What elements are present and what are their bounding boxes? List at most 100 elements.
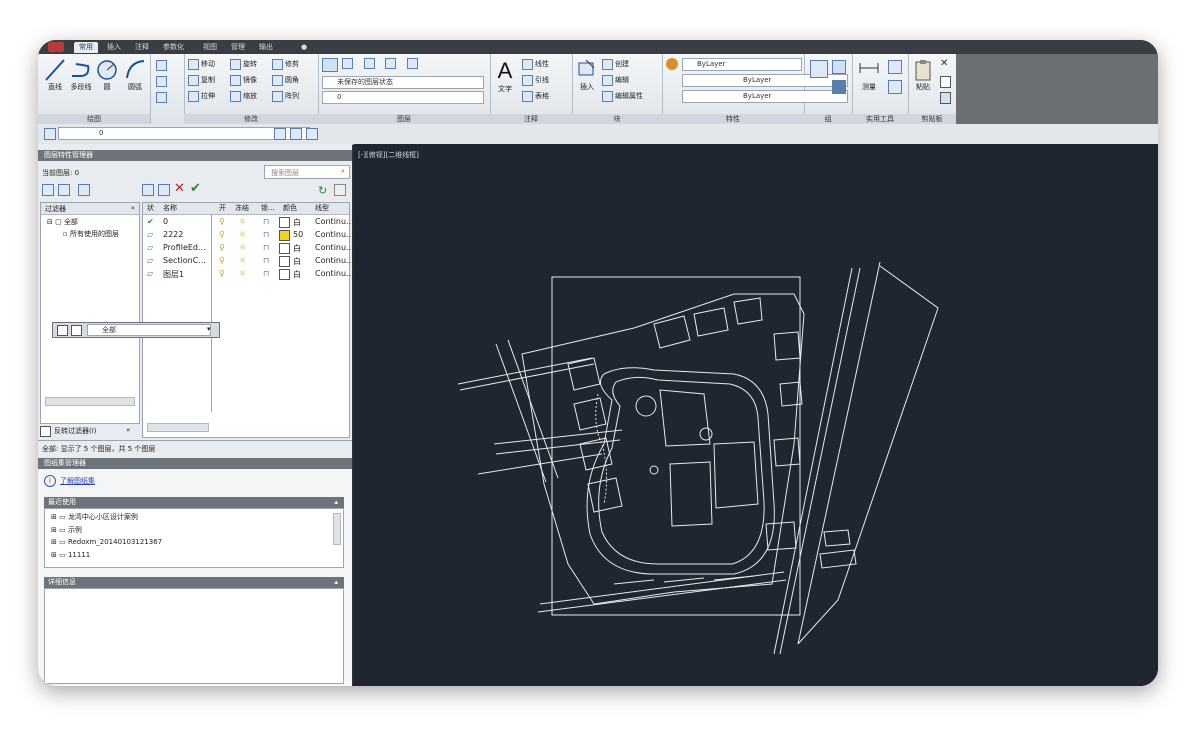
tab-output[interactable]: 输出 xyxy=(254,42,278,53)
tab-parametric[interactable]: 参数化 xyxy=(158,42,189,53)
layer-linetype[interactable]: Continu... xyxy=(315,256,354,265)
floating-filter-dropdown[interactable]: 全部 xyxy=(87,324,211,336)
layer-state-dropdown[interactable]: 未保存的图层状态 xyxy=(322,76,484,89)
edit-attribute-button[interactable]: 编辑属性 xyxy=(602,90,643,102)
collapse-icon[interactable]: ▴ xyxy=(334,577,338,588)
linear-dim-button[interactable]: 线性 xyxy=(522,58,549,70)
layer-previous-icon[interactable] xyxy=(290,128,302,140)
list-item[interactable]: ⊞ ▭ 龙湾中心小区设计案例 xyxy=(51,512,138,522)
region-button[interactable] xyxy=(156,91,169,103)
collapse-icon[interactable]: ▴ xyxy=(334,497,338,508)
group-filter-icon[interactable] xyxy=(58,184,70,196)
quick-select-icon[interactable] xyxy=(888,60,902,74)
match-icon[interactable] xyxy=(940,92,951,104)
bulb-icon[interactable]: ♀ xyxy=(219,217,225,226)
layer-states-manager-icon[interactable] xyxy=(78,184,90,196)
tab-manage[interactable]: 管理 xyxy=(226,42,250,53)
color-swatch[interactable] xyxy=(279,217,290,228)
arc-button[interactable]: 圆弧 xyxy=(122,58,148,102)
color-swatch[interactable] xyxy=(279,269,290,280)
lock-icon[interactable]: ⊓ xyxy=(263,269,269,278)
col-name[interactable]: 名称 xyxy=(163,203,177,214)
hatch-button[interactable] xyxy=(156,75,169,87)
learn-sheet-sets-link[interactable]: 了解图纸集 xyxy=(60,476,95,486)
recent-list-vscroll[interactable] xyxy=(333,513,341,545)
fillet-button[interactable]: 圆角 xyxy=(272,74,299,86)
ungroup-icon[interactable] xyxy=(832,60,846,74)
layer-row[interactable]: ▱ 图层1 ♀ ☼ ⊓ 白 Continu... xyxy=(143,269,354,281)
copy-button[interactable]: 复制 xyxy=(188,74,215,86)
layer-manager-icon[interactable] xyxy=(44,128,56,140)
table-button[interactable]: 表格 xyxy=(522,90,549,102)
tab-insert[interactable]: 插入 xyxy=(102,42,126,53)
line-button[interactable]: 直线 xyxy=(42,58,68,102)
collapse-icon[interactable]: « xyxy=(131,204,135,212)
calculator-icon[interactable] xyxy=(888,80,902,94)
layer-search-input[interactable]: 搜索图层 ⌕ xyxy=(264,165,350,179)
col-status[interactable]: 状 xyxy=(147,203,154,214)
paste-button[interactable]: 粘贴 xyxy=(910,58,936,102)
filter-tree-hscroll[interactable] xyxy=(45,397,135,406)
col-linetype[interactable]: 线型 xyxy=(315,203,329,214)
color-swatch[interactable] xyxy=(279,230,290,241)
col-on[interactable]: 开 xyxy=(219,203,226,214)
settings-icon[interactable] xyxy=(334,184,346,196)
invert-filter-row[interactable]: 反转过滤器(I) « xyxy=(40,426,140,437)
layer-linetype[interactable]: Continu... xyxy=(315,217,354,226)
leader-button[interactable]: 引线 xyxy=(522,74,549,86)
chevron-down-icon[interactable]: ▾ xyxy=(207,325,211,333)
col-color[interactable]: 颜色 xyxy=(283,203,297,214)
layer-row[interactable]: ✔ 0 ♀ ☼ ⊓ 白 Continu... xyxy=(143,217,354,229)
drawing-canvas[interactable]: [-][俯视][二维线框] xyxy=(354,144,1158,686)
layer-states-icon[interactable] xyxy=(306,128,318,140)
layer-linetype[interactable]: Continu... xyxy=(315,243,354,252)
delete-layer-icon[interactable]: ✕ xyxy=(174,181,185,196)
invert-filter-checkbox[interactable] xyxy=(40,426,51,437)
tree-node-all[interactable]: ⊟ ▢ 全部 xyxy=(47,217,78,227)
sun-icon[interactable]: ☼ xyxy=(239,269,246,278)
tab-extra[interactable]: ● xyxy=(296,42,312,53)
details-header[interactable]: 详细信息 ▴ xyxy=(44,577,344,588)
layer-isolate-icon[interactable] xyxy=(342,58,353,69)
stretch-button[interactable]: 拉伸 xyxy=(188,90,215,102)
circle-button[interactable]: 圆 xyxy=(94,58,120,102)
layer-freeze-icon[interactable] xyxy=(385,58,397,69)
new-layer-icon[interactable] xyxy=(142,184,154,196)
col-lock[interactable]: 锁... xyxy=(261,203,275,214)
trim-button[interactable]: 修剪 xyxy=(272,58,299,70)
rectangle-button[interactable] xyxy=(156,59,169,71)
filter-toggle-icon[interactable] xyxy=(57,325,68,336)
list-item[interactable]: ⊞ ▭ 11111 xyxy=(51,551,90,559)
list-item[interactable]: ⊞ ▭ Redoxm_20140103121367 xyxy=(51,538,162,546)
bulb-icon[interactable]: ♀ xyxy=(219,269,225,278)
filter-apply-icon[interactable] xyxy=(71,325,82,336)
layer-off-icon[interactable] xyxy=(406,58,418,69)
recent-header[interactable]: 最近使用 ▴ xyxy=(44,497,344,508)
bulb-icon[interactable]: ♀ xyxy=(219,243,225,252)
layer-properties-icon[interactable] xyxy=(322,58,338,72)
sun-icon[interactable]: ☼ xyxy=(239,256,246,265)
edit-block-button[interactable]: 编辑 xyxy=(602,74,629,86)
list-item[interactable]: ⊞ ▭ 示例 xyxy=(51,525,82,535)
current-layer-dropdown[interactable]: 0 xyxy=(322,91,484,104)
move-button[interactable]: 移动 xyxy=(188,58,215,70)
mirror-button[interactable]: 镜像 xyxy=(230,74,257,86)
group-select-icon[interactable] xyxy=(832,80,846,94)
layer-row[interactable]: ▱ ProfileEd... ♀ ☼ ⊓ 白 Continu... xyxy=(143,243,354,255)
group-icon[interactable] xyxy=(810,60,828,78)
array-button[interactable]: 阵列 xyxy=(272,90,299,102)
layer-row[interactable]: ▱ 2222 ♀ ☼ ⊓ 50 Continu... xyxy=(143,230,354,242)
make-current-icon[interactable] xyxy=(274,128,286,140)
polyline-button[interactable]: 多段线 xyxy=(68,58,94,102)
bulb-icon[interactable]: ♀ xyxy=(219,230,225,239)
lock-icon[interactable]: ⊓ xyxy=(263,256,269,265)
new-filter-icon[interactable] xyxy=(42,184,54,196)
invert-collapse-icon[interactable]: « xyxy=(126,426,130,434)
match-properties-icon[interactable] xyxy=(666,58,678,70)
tab-home[interactable]: 常用 xyxy=(74,42,98,53)
measure-button[interactable]: 测量 xyxy=(856,58,882,102)
bulb-icon[interactable]: ♀ xyxy=(219,256,225,265)
tab-view[interactable]: 视图 xyxy=(198,42,222,53)
cut-icon[interactable]: ✕ xyxy=(940,58,948,69)
create-block-button[interactable]: 创建 xyxy=(602,58,629,70)
